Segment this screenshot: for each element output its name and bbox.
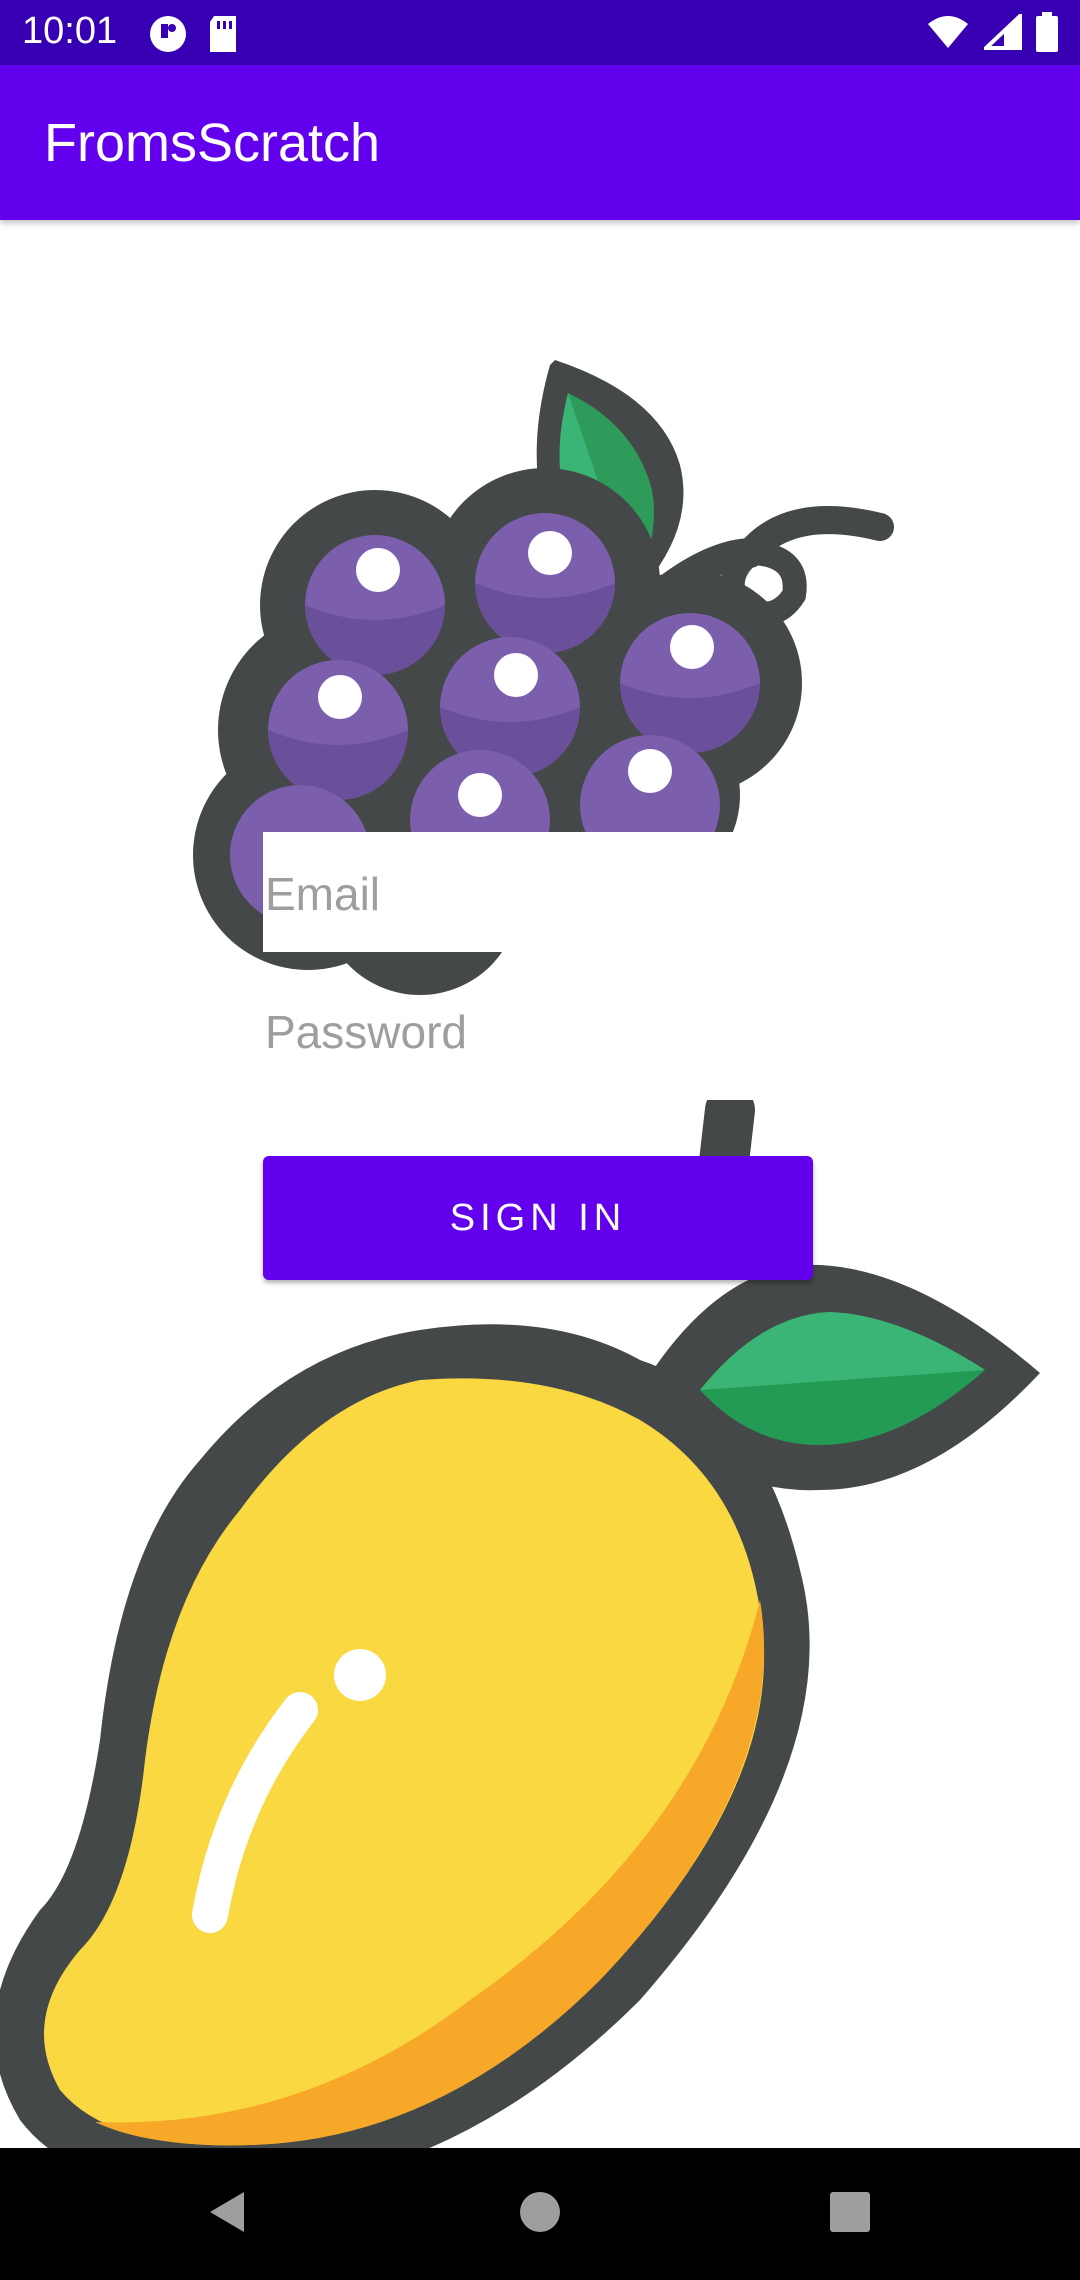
main-content: Email Password SIGN IN [0,220,1080,2148]
status-bar: 10:01 [0,0,1080,65]
status-time: 10:01 [22,10,118,52]
wifi-icon [928,16,968,48]
email-placeholder: Email [265,868,381,920]
battery-icon [1036,12,1058,52]
app-notification-icon [150,16,186,52]
password-placeholder: Password [265,1006,467,1058]
back-icon[interactable] [200,2182,260,2242]
recents-icon[interactable] [820,2182,880,2242]
home-icon[interactable] [510,2182,570,2242]
status-right-icons [926,12,1058,52]
navigation-bar [0,2148,1080,2280]
sign-in-button[interactable]: SIGN IN [263,1156,813,1280]
sign-in-label: SIGN IN [449,1196,627,1239]
password-field[interactable]: Password [263,975,763,1075]
app-title: FromsScratch [44,113,381,173]
status-left-icons [148,14,240,54]
sd-card-icon [210,16,236,52]
email-field[interactable]: Email [263,832,758,952]
cell-signal-icon [984,14,1022,50]
app-bar: FromsScratch [0,65,1080,220]
